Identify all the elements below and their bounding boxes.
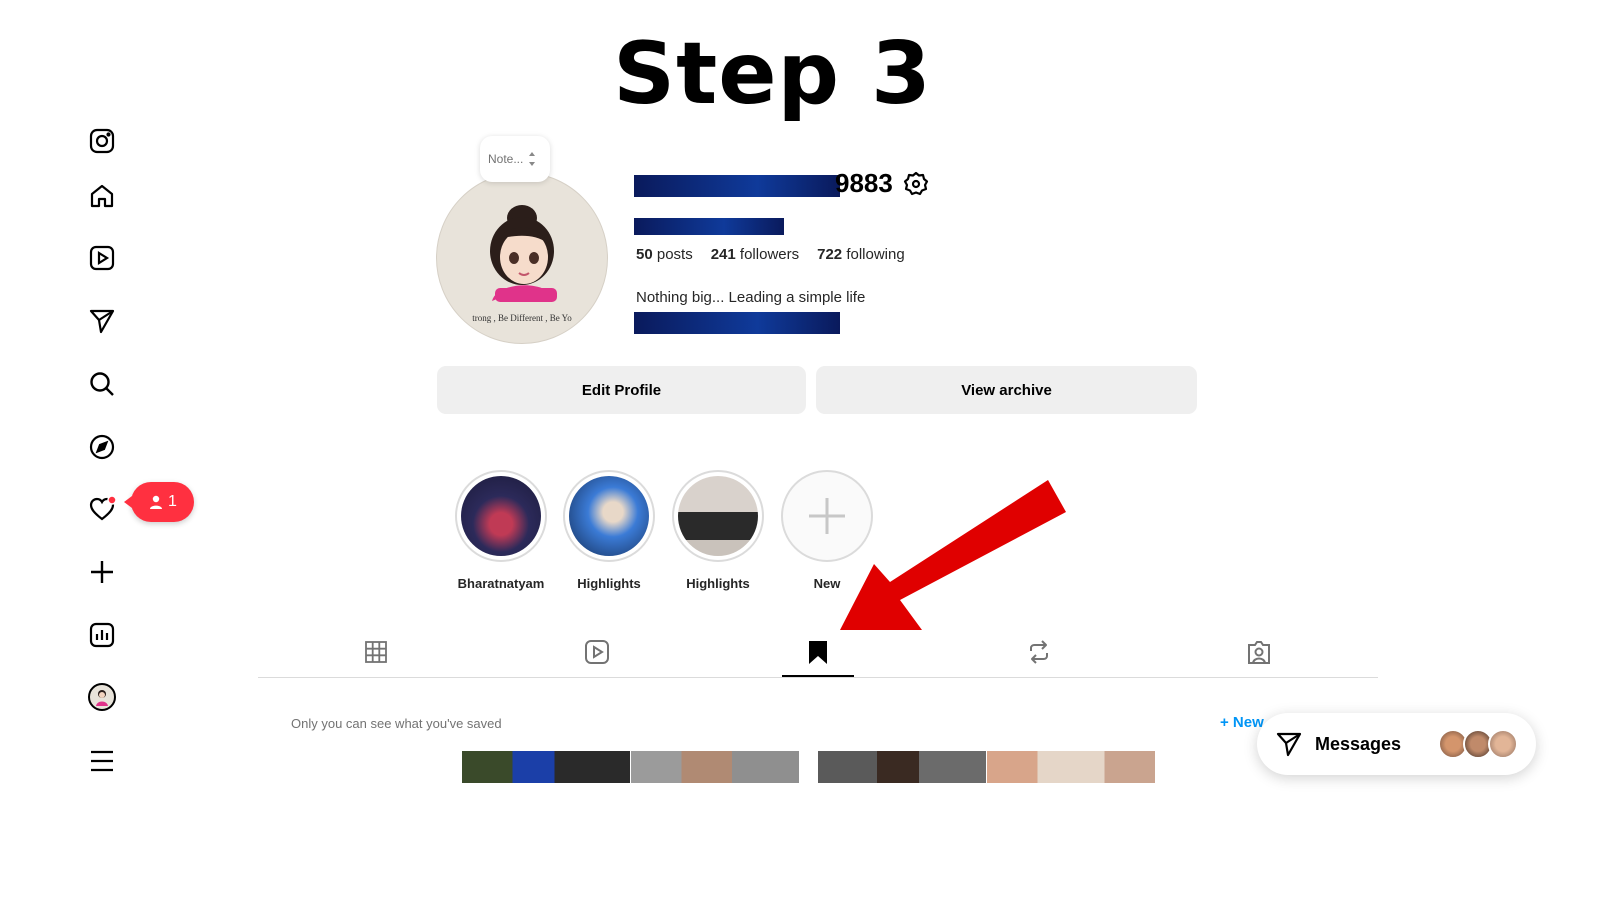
highlight-cover bbox=[569, 476, 649, 556]
saved-bookmark-icon bbox=[809, 641, 827, 664]
note-bubble[interactable]: Note... bbox=[480, 136, 550, 182]
username: 9883 bbox=[835, 168, 893, 198]
avatar-caption: trong , Be Different , Be Yo bbox=[472, 313, 572, 323]
tab-reposts[interactable] bbox=[1025, 638, 1053, 666]
highlight-label: Bharatnatyam bbox=[457, 576, 545, 591]
profile-avatar[interactable]: trong , Be Different , Be Yo bbox=[436, 172, 608, 344]
following-stat[interactable]: 722 following bbox=[817, 246, 905, 263]
instagram-logo-icon[interactable] bbox=[88, 127, 116, 155]
highlight-item[interactable]: Bharatnatyam bbox=[455, 470, 547, 591]
saved-thumbnail[interactable] bbox=[631, 751, 799, 783]
new-collection-link[interactable]: + New bbox=[1220, 714, 1264, 731]
highlight-item[interactable]: Highlights bbox=[563, 470, 655, 591]
highlight-item[interactable]: Highlights bbox=[672, 470, 764, 591]
messages-label: Messages bbox=[1315, 733, 1402, 754]
messages-icon bbox=[1276, 732, 1302, 757]
dashboard-icon[interactable] bbox=[88, 621, 116, 649]
reels-tab-icon bbox=[585, 640, 609, 664]
annotation-arrow bbox=[840, 480, 1066, 630]
grid-icon bbox=[365, 641, 387, 663]
reposts-icon bbox=[1030, 640, 1048, 664]
tagged-icon bbox=[1248, 641, 1270, 664]
note-placeholder: Note... bbox=[488, 152, 524, 166]
active-tab-indicator bbox=[782, 675, 854, 677]
highlight-cover bbox=[678, 476, 758, 556]
avatar bbox=[1488, 729, 1518, 759]
edit-profile-button[interactable]: Edit Profile bbox=[437, 366, 806, 414]
profile-stats: 50 posts 241 followers 722 following bbox=[636, 246, 905, 263]
profile-avatar-icon[interactable] bbox=[88, 683, 116, 711]
saved-thumbnail[interactable] bbox=[462, 751, 630, 783]
stepper-arrows-icon bbox=[529, 152, 536, 166]
highlight-label: Highlights bbox=[577, 576, 641, 591]
highlight-cover bbox=[461, 476, 541, 556]
saved-thumbnail[interactable] bbox=[987, 751, 1155, 783]
fullname-redaction bbox=[634, 218, 784, 235]
more-menu-icon[interactable] bbox=[88, 747, 116, 775]
person-icon bbox=[150, 495, 163, 509]
tab-saved[interactable] bbox=[804, 638, 832, 666]
followers-stat[interactable]: 241 followers bbox=[711, 246, 799, 263]
home-icon[interactable] bbox=[88, 182, 116, 210]
messages-icon[interactable] bbox=[88, 307, 116, 335]
tabs-divider bbox=[258, 677, 1378, 678]
notification-badge[interactable]: 1 bbox=[124, 482, 194, 522]
step-title: Step 3 bbox=[613, 24, 932, 124]
explore-icon[interactable] bbox=[88, 433, 116, 461]
create-plus-icon[interactable] bbox=[88, 558, 116, 586]
profile-bio: Nothing big... Leading a simple life bbox=[636, 289, 866, 306]
view-archive-button[interactable]: View archive bbox=[816, 366, 1197, 414]
saved-privacy-note: Only you can see what you've saved bbox=[291, 716, 502, 731]
tab-tagged[interactable] bbox=[1245, 638, 1273, 666]
settings-gear-icon[interactable] bbox=[903, 171, 929, 197]
tab-posts[interactable] bbox=[362, 638, 390, 666]
username-redaction bbox=[634, 175, 840, 197]
posts-stat[interactable]: 50 posts bbox=[636, 246, 693, 263]
bio-link-redaction bbox=[634, 312, 840, 334]
tab-reels[interactable] bbox=[583, 638, 611, 666]
messages-widget[interactable]: Messages bbox=[1257, 713, 1536, 775]
highlight-label: Highlights bbox=[686, 576, 750, 591]
search-icon[interactable] bbox=[88, 370, 116, 398]
saved-thumbnail[interactable] bbox=[818, 751, 986, 783]
reels-icon[interactable] bbox=[88, 244, 116, 272]
notification-count: 1 bbox=[168, 493, 177, 510]
notifications-heart-icon[interactable] bbox=[88, 495, 116, 523]
